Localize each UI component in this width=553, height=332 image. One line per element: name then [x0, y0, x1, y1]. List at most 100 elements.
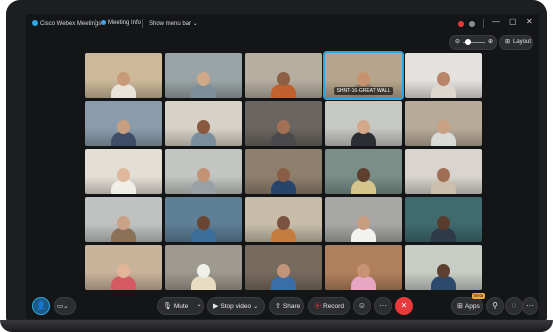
- participant-body: [351, 228, 376, 242]
- divider: [95, 19, 96, 28]
- participant-body: [111, 228, 136, 242]
- participant-body: [431, 228, 456, 242]
- participant-video-tile[interactable]: [325, 197, 402, 242]
- participant-video-tile[interactable]: [165, 101, 242, 146]
- participant-video-tile[interactable]: [85, 53, 162, 98]
- participant-video-tile[interactable]: [245, 197, 322, 242]
- layout-button[interactable]: ⊞ Layout: [499, 35, 533, 50]
- participant-body: [271, 180, 296, 194]
- participant-body: [191, 228, 216, 242]
- zoom-slider[interactable]: ⊖ ⊕: [449, 35, 497, 50]
- participant-video-tile[interactable]: [245, 149, 322, 194]
- participant-figure: [431, 168, 456, 194]
- chevron-down-icon: ⌄: [252, 303, 259, 310]
- microphone-icon: 🎙: [163, 303, 172, 310]
- participant-head: [277, 72, 290, 86]
- participant-video-tile[interactable]: SHNT-16-GREAT WALL: [325, 53, 402, 98]
- participant-video-tile[interactable]: [405, 149, 482, 194]
- more-panels-button[interactable]: ···: [522, 297, 538, 315]
- participant-video-tile[interactable]: [245, 101, 322, 146]
- participant-figure: [271, 216, 296, 242]
- participant-video-tile[interactable]: [405, 53, 482, 98]
- laptop-frame: Cisco Webex Meetings Meeting Info Show m…: [6, 0, 547, 322]
- reactions-button[interactable]: ☺: [353, 297, 371, 315]
- close-button[interactable]: ✕: [526, 17, 533, 26]
- participant-figure: [431, 216, 456, 242]
- participant-figure: [191, 168, 216, 194]
- minimize-button[interactable]: —: [492, 17, 500, 26]
- participant-body: [271, 276, 296, 290]
- participant-figure: [271, 264, 296, 290]
- participant-head: [197, 216, 210, 230]
- participant-video-tile[interactable]: [325, 149, 402, 194]
- end-call-button[interactable]: ✕: [395, 297, 413, 315]
- participant-name-label: SHNT-16-GREAT WALL: [333, 87, 394, 95]
- participant-body: [191, 276, 216, 290]
- participant-figure: [111, 264, 136, 290]
- participant-body: [431, 276, 456, 290]
- participant-head: [197, 264, 210, 278]
- participant-head: [357, 120, 370, 134]
- slider-handle[interactable]: [465, 39, 471, 45]
- participant-figure: [271, 72, 296, 98]
- meeting-info-button[interactable]: Meeting Info: [101, 20, 141, 26]
- participant-head: [117, 168, 130, 182]
- participant-video-tile[interactable]: [165, 197, 242, 242]
- participant-body: [191, 180, 216, 194]
- participant-body: [431, 132, 456, 146]
- participant-video-tile[interactable]: [325, 101, 402, 146]
- more-options-button[interactable]: ···: [374, 297, 392, 315]
- video-grid: SHNT-16-GREAT WALL: [85, 53, 483, 291]
- participant-head: [277, 216, 290, 230]
- camera-icon: ▶: [213, 303, 219, 310]
- participant-body: [351, 276, 376, 290]
- share-button[interactable]: ⇪ Share: [269, 297, 304, 315]
- participant-video-tile[interactable]: [245, 53, 322, 98]
- participant-video-tile[interactable]: [325, 245, 402, 290]
- record-button[interactable]: ⦿ Record: [308, 297, 350, 315]
- participant-head: [117, 72, 130, 86]
- participant-head: [197, 168, 210, 182]
- show-menu-bar-button[interactable]: Show menu bar ⌄: [149, 20, 198, 27]
- user-avatar[interactable]: 👤: [32, 297, 50, 315]
- stop-video-button[interactable]: ▶ Stop video ⌄: [207, 297, 265, 315]
- maximize-button[interactable]: ▢: [509, 17, 517, 26]
- record-icon: ⦿: [314, 303, 321, 310]
- chat-button[interactable]: ◌: [505, 297, 523, 315]
- share-icon: ⇪: [275, 303, 281, 310]
- participants-button[interactable]: ⚲: [486, 297, 504, 315]
- participant-video-tile[interactable]: [245, 245, 322, 290]
- mute-options-chevron[interactable]: ⌄: [194, 297, 204, 315]
- participant-video-tile[interactable]: [85, 245, 162, 290]
- participant-head: [437, 120, 450, 134]
- chat-reactions-button[interactable]: ▭⌄: [54, 297, 76, 315]
- title-bar: Cisco Webex Meetings Meeting Info Show m…: [26, 14, 539, 34]
- participant-body: [111, 84, 136, 98]
- chevron-down-icon: ⌄: [63, 303, 69, 310]
- participant-video-tile[interactable]: [405, 245, 482, 290]
- apps-button[interactable]: Beta ⊞ Apps: [451, 293, 486, 315]
- meeting-controls-bar: 👤 ▭⌄ 🎙 Mute ⌄ ▶ Stop video ⌄ ⇪ Share ⦿ Recor…: [26, 293, 539, 319]
- participant-figure: [351, 168, 376, 194]
- participant-video-tile[interactable]: [165, 149, 242, 194]
- participant-video-tile[interactable]: [165, 53, 242, 98]
- webex-logo-icon: [32, 20, 38, 26]
- security-icon[interactable]: [469, 21, 475, 27]
- participant-video-tile[interactable]: [165, 245, 242, 290]
- participant-head: [197, 72, 210, 86]
- participant-video-tile[interactable]: [405, 101, 482, 146]
- participant-head: [117, 264, 130, 278]
- participant-video-tile[interactable]: [85, 149, 162, 194]
- app-title: Cisco Webex Meetings: [32, 20, 101, 27]
- participant-video-tile[interactable]: [405, 197, 482, 242]
- participant-body: [111, 276, 136, 290]
- participant-figure: [271, 120, 296, 146]
- participant-video-tile[interactable]: [85, 197, 162, 242]
- participant-figure: [111, 120, 136, 146]
- participant-video-tile[interactable]: [85, 101, 162, 146]
- participant-figure: [271, 168, 296, 194]
- participant-head: [117, 120, 130, 134]
- participant-body: [191, 132, 216, 146]
- participant-figure: [351, 120, 376, 146]
- participant-body: [271, 84, 296, 98]
